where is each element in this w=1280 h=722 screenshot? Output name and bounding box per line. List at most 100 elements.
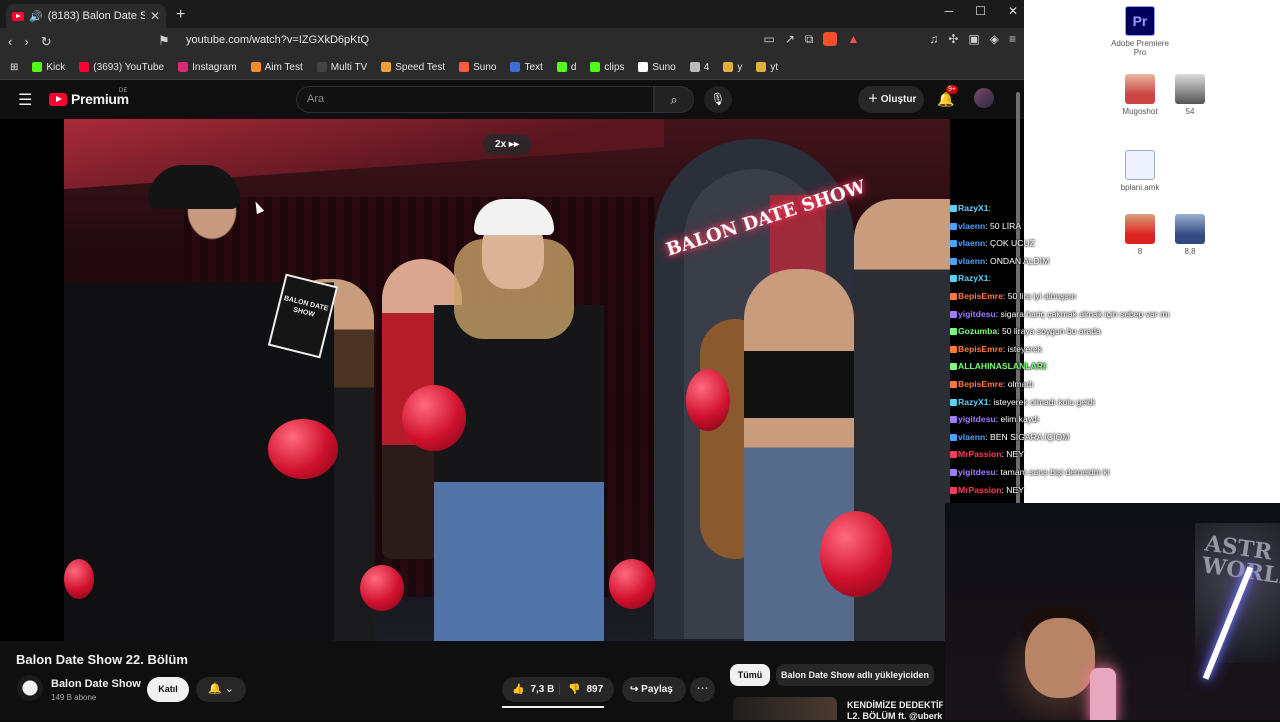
video-frame: BALON DATE SHOW BALON DATE SHOW xyxy=(64,119,950,641)
tab-bar: 🔊 (8183) Balon Date Show 22. B ✕ + ─ ☐ ✕ xyxy=(0,0,1024,28)
chat-message: ALLAHINASLANLARI: xyxy=(950,358,1220,376)
balloon xyxy=(64,559,94,599)
bookmark-item[interactable]: clips xyxy=(590,62,624,73)
avatar[interactable] xyxy=(974,88,994,108)
close-tab-icon[interactable]: ✕ xyxy=(150,9,160,23)
close-window-icon[interactable]: ✕ xyxy=(1008,4,1018,18)
chat-text: isteyerek olmadı kolu geldi xyxy=(993,396,1095,407)
chat-username: yigitdesu xyxy=(958,466,996,477)
chat-text: 50 liraya soygun bu arada xyxy=(1001,326,1101,337)
chat-username: yigitdesu xyxy=(958,308,996,319)
create-button[interactable]: ＋ Oluştur xyxy=(858,86,924,113)
minimize-icon[interactable]: ─ xyxy=(945,4,954,18)
bookmark-folder[interactable]: y xyxy=(723,62,742,73)
search-input[interactable]: Ara xyxy=(296,86,654,113)
recommended-thumbnail[interactable] xyxy=(733,697,837,720)
menu-icon[interactable]: ≡ xyxy=(1009,32,1016,47)
chat-badge-icon xyxy=(950,205,957,212)
chat-username: BepisEmre xyxy=(958,343,1003,354)
rewards-icon[interactable]: ▲ xyxy=(847,32,859,47)
maximize-icon[interactable]: ☐ xyxy=(975,4,986,18)
chat-message: BepisEmre: 50 lira iyi almışsın xyxy=(950,288,1220,306)
recommended-title[interactable]: KENDİMİZE DEDEKTİF T L2. BÖLÜM ft. @uberk xyxy=(847,700,943,722)
host xyxy=(64,169,334,641)
bookmark-icon[interactable]: ⚑ xyxy=(158,33,170,49)
bookmark-item[interactable]: d xyxy=(556,62,576,73)
bookmark-item[interactable]: (3693) YouTube xyxy=(79,62,164,73)
join-button[interactable]: Katıl xyxy=(147,677,189,702)
address-bar[interactable]: youtube.com/watch?v=IZGXkD6pKtQ xyxy=(186,34,369,46)
webcam-overlay: ASTR WORLD xyxy=(945,503,1280,720)
bookmark-item[interactable]: Suno xyxy=(459,62,496,73)
brave-shield-icon[interactable] xyxy=(823,32,838,46)
chat-text: 50 LİRA xyxy=(990,220,1022,231)
chat-badge-icon xyxy=(950,345,957,353)
youtube-logo[interactable]: Premium DE xyxy=(49,88,129,107)
bookmark-item[interactable]: Text xyxy=(510,62,543,73)
bookmark-favicon-icon xyxy=(459,62,470,72)
voice-search-button[interactable]: 🎙 xyxy=(704,86,732,113)
hair xyxy=(148,165,240,209)
thumbs-up-icon: 👍 xyxy=(512,684,525,695)
bookmark-item[interactable]: Instagram xyxy=(178,62,237,73)
bookmark-item[interactable]: Kick xyxy=(32,62,65,73)
channel-name[interactable]: Balon Date Show xyxy=(51,678,141,690)
bookmark-favicon-icon xyxy=(510,62,521,72)
vpn-icon[interactable]: ◈ xyxy=(990,32,999,47)
extensions-icon[interactable]: ✣ xyxy=(948,32,958,47)
cast-icon[interactable]: ▭ xyxy=(763,32,774,47)
forward-icon[interactable]: › xyxy=(24,34,28,49)
hamburger-menu-icon[interactable]: ☰ xyxy=(18,90,32,110)
channel-avatar[interactable] xyxy=(17,675,43,701)
wallet-icon[interactable]: ▣ xyxy=(968,32,979,47)
audio-icon[interactable]: 🔊 xyxy=(29,10,43,23)
share-icon[interactable]: ↗ xyxy=(785,32,795,47)
bell-icon: 🔔 xyxy=(208,683,222,695)
bookmark-item[interactable]: Speed Test xyxy=(381,62,445,73)
bookmark-folder[interactable]: yt xyxy=(756,62,778,73)
more-actions-icon[interactable]: ⋯ xyxy=(690,677,715,702)
back-icon[interactable]: ‹ xyxy=(8,34,12,49)
translate-icon[interactable]: ⧉ xyxy=(805,32,814,47)
chat-username: RazyX1 xyxy=(958,273,989,284)
like-ratio-bar xyxy=(502,706,604,708)
chip-all[interactable]: Tümü xyxy=(730,664,770,686)
tab-title: (8183) Balon Date Show 22. B xyxy=(47,10,145,22)
chat-username: vlaenn xyxy=(958,238,986,249)
chat-username: BepisEmre xyxy=(958,378,1003,389)
video-player[interactable]: BALON DATE SHOW BALON DATE SHOW 2x ▸▸ xyxy=(0,119,1024,641)
new-tab-button[interactable]: + xyxy=(176,4,185,28)
desktop-icon-54[interactable]: 54 xyxy=(1160,74,1220,116)
chevron-down-icon: ⌄ xyxy=(224,683,234,695)
balloon xyxy=(268,419,338,479)
bookmark-item[interactable]: Aim Test xyxy=(250,62,303,73)
chip-uploader[interactable]: Balon Date Show adlı yükleyiciden xyxy=(776,664,934,686)
bookmark-favicon-icon xyxy=(32,62,43,72)
dislike-button[interactable]: 👎 897 xyxy=(560,684,603,695)
chat-text: tamam sana bişi demeidm ki xyxy=(1000,466,1110,477)
desktop-icon-bplani[interactable]: bplani.amk xyxy=(1110,150,1170,192)
chat-message: MrPassion: NEY xyxy=(950,482,1220,500)
like-button[interactable]: 👍 7,3 B xyxy=(502,684,560,695)
chat-username: MrPassion xyxy=(958,449,1002,460)
chat-badge-icon xyxy=(950,380,957,388)
bookmark-item[interactable]: Suno xyxy=(638,62,676,73)
chat-text: BEN SİGARA İÇİOM xyxy=(990,431,1070,442)
bookmark-item[interactable]: 4 xyxy=(689,62,709,73)
chat-badge-icon xyxy=(950,328,957,336)
desktop-icon-premiere[interactable]: Pr Adobe Premiere Pro xyxy=(1110,6,1170,57)
chat-username: vlaenn xyxy=(958,220,986,231)
tab-youtube[interactable]: 🔊 (8183) Balon Date Show 22. B ✕ xyxy=(6,4,166,28)
bookmark-item[interactable]: Multi TV xyxy=(316,62,367,73)
subscription-bell-button[interactable]: 🔔 ⌄ xyxy=(196,677,246,702)
media-icon[interactable]: ♫ xyxy=(929,32,938,47)
share-arrow-icon: ↪ xyxy=(630,684,639,695)
bookmark-favicon-icon xyxy=(316,62,327,72)
chat-text: olmadı xyxy=(1007,378,1034,389)
search-button[interactable]: ⌕ xyxy=(654,86,694,113)
reload-icon[interactable]: ↻ xyxy=(41,34,52,50)
share-button[interactable]: ↪ Paylaş xyxy=(622,677,686,702)
apps-icon[interactable]: ⊞ xyxy=(10,62,18,73)
bookmark-favicon-icon xyxy=(638,62,649,72)
search-icon: ⌕ xyxy=(670,92,678,107)
